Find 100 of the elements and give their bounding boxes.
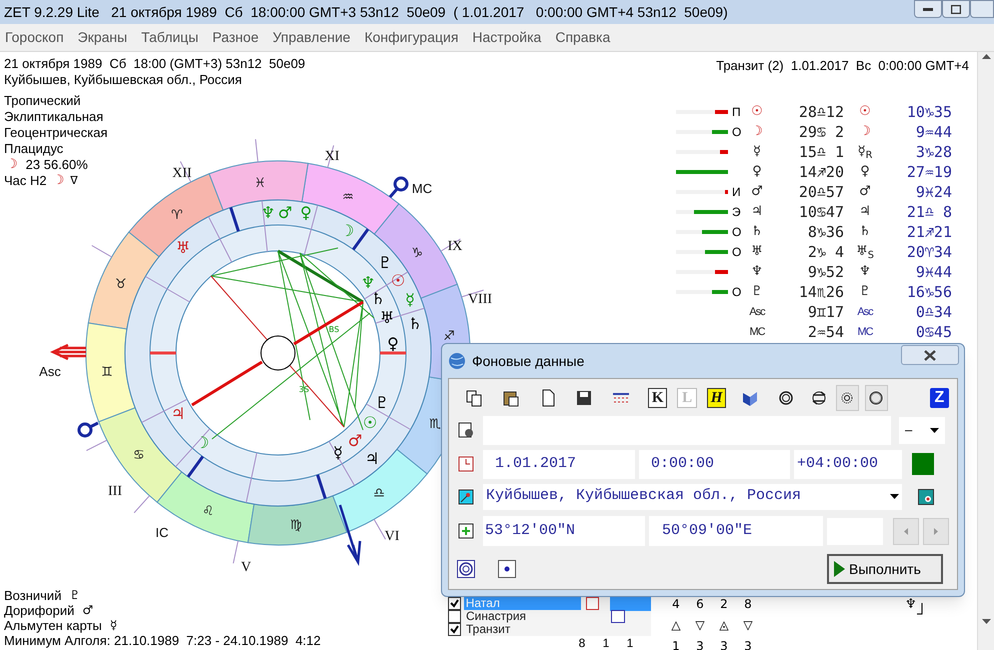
planet-glyph: ♀ bbox=[387, 334, 399, 353]
minimize-icon bbox=[923, 7, 933, 11]
toolbar-button[interactable]: K bbox=[648, 388, 668, 408]
maximize-button[interactable] bbox=[942, 0, 970, 18]
swap-icon bbox=[810, 389, 828, 407]
count-text: 6 bbox=[695, 596, 705, 613]
sign-glyph: ♒ bbox=[342, 190, 354, 205]
layer-item[interactable]: Транзит bbox=[464, 623, 584, 636]
timezone-field[interactable]: +04:00:00 bbox=[794, 450, 902, 478]
axis-label: Asc bbox=[39, 364, 61, 379]
planet-glyph: ♆ bbox=[260, 203, 276, 222]
menu-item[interactable]: Конфигурация bbox=[364, 27, 458, 48]
planet-glyph: ♀ bbox=[751, 163, 763, 182]
toolbar-button[interactable] bbox=[836, 385, 859, 411]
aspect-label: BS bbox=[328, 325, 340, 334]
longitude-field[interactable]: 50°09'00"E bbox=[649, 516, 823, 546]
planet-glyph: ☽ bbox=[194, 433, 210, 452]
position-text: 10♑35 bbox=[906, 102, 952, 123]
checkbox[interactable] bbox=[448, 610, 461, 623]
planet-glyph: ♇ bbox=[378, 253, 392, 272]
planet-glyph: ♇ bbox=[858, 283, 872, 302]
run-button[interactable]: Выполнить bbox=[827, 554, 943, 584]
planet-glyph: Asc bbox=[856, 304, 874, 320]
position-text: 21♎ 8 bbox=[906, 202, 952, 223]
play-icon bbox=[834, 561, 845, 577]
time-field[interactable]: 0:00:00 bbox=[639, 450, 790, 478]
point-icon[interactable] bbox=[498, 560, 516, 578]
scroll-up-icon[interactable] bbox=[982, 54, 990, 59]
algol-text: Минимум Алголя: 21.10.1989 7:23 - 24.10.1989 4:12 bbox=[4, 633, 321, 648]
planet-glyph: ♇ bbox=[374, 393, 390, 412]
toolbar-button[interactable]: Z bbox=[930, 388, 949, 408]
setting-text: Геоцентрическая bbox=[4, 125, 108, 141]
wheel-settings-icon[interactable] bbox=[457, 560, 475, 578]
book-icon bbox=[740, 389, 759, 407]
chart-icon bbox=[611, 610, 625, 623]
menu-item[interactable]: Справка bbox=[555, 27, 610, 48]
menu-item[interactable]: Управление bbox=[272, 27, 350, 48]
house-label: III bbox=[108, 484, 122, 499]
planet-glyph: ☿$_{R}$ bbox=[856, 143, 874, 162]
planet-glyph: ♃ bbox=[858, 203, 872, 222]
house-label: VI bbox=[384, 529, 400, 544]
toolbar-button[interactable] bbox=[864, 385, 888, 411]
count-text: 3 bbox=[743, 638, 753, 650]
scroll-down-icon[interactable] bbox=[982, 619, 990, 624]
position-text: 16♑56 bbox=[906, 282, 952, 303]
latitude-field[interactable]: 53°12'00"N bbox=[483, 516, 645, 546]
position-text: 9♑52 bbox=[806, 262, 845, 283]
checkbox[interactable] bbox=[448, 597, 461, 610]
planet-glyph: ♅ bbox=[750, 243, 764, 262]
moon-glyph: ☽ bbox=[52, 173, 64, 189]
sign-glyph: ♉ bbox=[115, 277, 127, 292]
toolbar-button[interactable]: H bbox=[706, 388, 726, 408]
center-circle bbox=[260, 336, 296, 370]
planet-glyph: ☿ bbox=[752, 143, 762, 162]
planet-glyph: ♃ bbox=[364, 449, 380, 468]
planet-glyph: ☿ bbox=[405, 290, 415, 309]
menu-item[interactable]: Настройка bbox=[472, 27, 542, 48]
minimize-button[interactable] bbox=[914, 0, 942, 18]
planet-glyph: ☽ bbox=[750, 123, 764, 142]
planet-glyph: ♃ bbox=[750, 203, 764, 222]
menu-item[interactable]: Разное bbox=[212, 27, 259, 48]
date-field[interactable]: 1.01.2017 bbox=[483, 450, 635, 478]
dialog-title: Фоновые данные bbox=[472, 352, 584, 371]
scrollbar[interactable] bbox=[977, 52, 994, 650]
color-swatch[interactable] bbox=[912, 453, 934, 475]
planet-glyph: ♂ bbox=[750, 183, 764, 202]
map-pin-icon bbox=[457, 488, 475, 506]
window-title: ZET 9.2.29 Lite 21 октября 1989 Сб 18:00:00 GMT+3 53n12 50e09 ( 1.01.2017 0:00:00 GMT+4 53n12 50e09) bbox=[4, 2, 728, 22]
count-text: 2 bbox=[719, 596, 729, 613]
sign-glyph: ♓ bbox=[254, 176, 266, 191]
planet-glyph: ☉ bbox=[362, 413, 378, 432]
planet-glyph: ☉ bbox=[390, 271, 406, 290]
menu-item[interactable]: Гороскоп bbox=[5, 27, 64, 48]
person-card-icon bbox=[457, 421, 475, 439]
planet-glyph: MC bbox=[856, 324, 874, 340]
position-text: 9♓44 bbox=[914, 262, 952, 283]
note-label: Дорифорий bbox=[4, 603, 74, 618]
count-text: △ bbox=[670, 617, 682, 634]
house-label: V bbox=[240, 560, 252, 575]
position-text: 27♒19 bbox=[906, 162, 952, 183]
menu-item[interactable]: Экраны bbox=[78, 27, 128, 48]
planet-glyph: ♀ bbox=[300, 203, 312, 222]
type-dropdown[interactable]: – bbox=[899, 416, 945, 444]
house-label: IX bbox=[448, 239, 462, 254]
count-text: 8 bbox=[743, 596, 753, 613]
planet-glyph: ♃ bbox=[170, 404, 186, 423]
close-button[interactable] bbox=[901, 345, 959, 365]
clock-icon bbox=[457, 455, 475, 473]
planet-glyph: ♄ bbox=[858, 223, 872, 242]
place-dropdown[interactable]: Куйбышев, Куйбышевская обл., Россия bbox=[483, 484, 902, 510]
map-icon[interactable] bbox=[918, 488, 934, 504]
layer-item[interactable]: Синастрия bbox=[464, 610, 584, 623]
close-icon bbox=[924, 350, 936, 360]
planet-glyph: ♆ bbox=[750, 263, 764, 282]
menu-item[interactable]: Таблицы bbox=[141, 27, 198, 48]
house-label: XI bbox=[324, 149, 340, 164]
sign-glyph: ♈ bbox=[171, 208, 183, 223]
position-text: 15♎ 1 bbox=[798, 142, 845, 163]
planet-glyph: ☽ bbox=[340, 221, 354, 240]
checkbox[interactable] bbox=[448, 623, 461, 636]
